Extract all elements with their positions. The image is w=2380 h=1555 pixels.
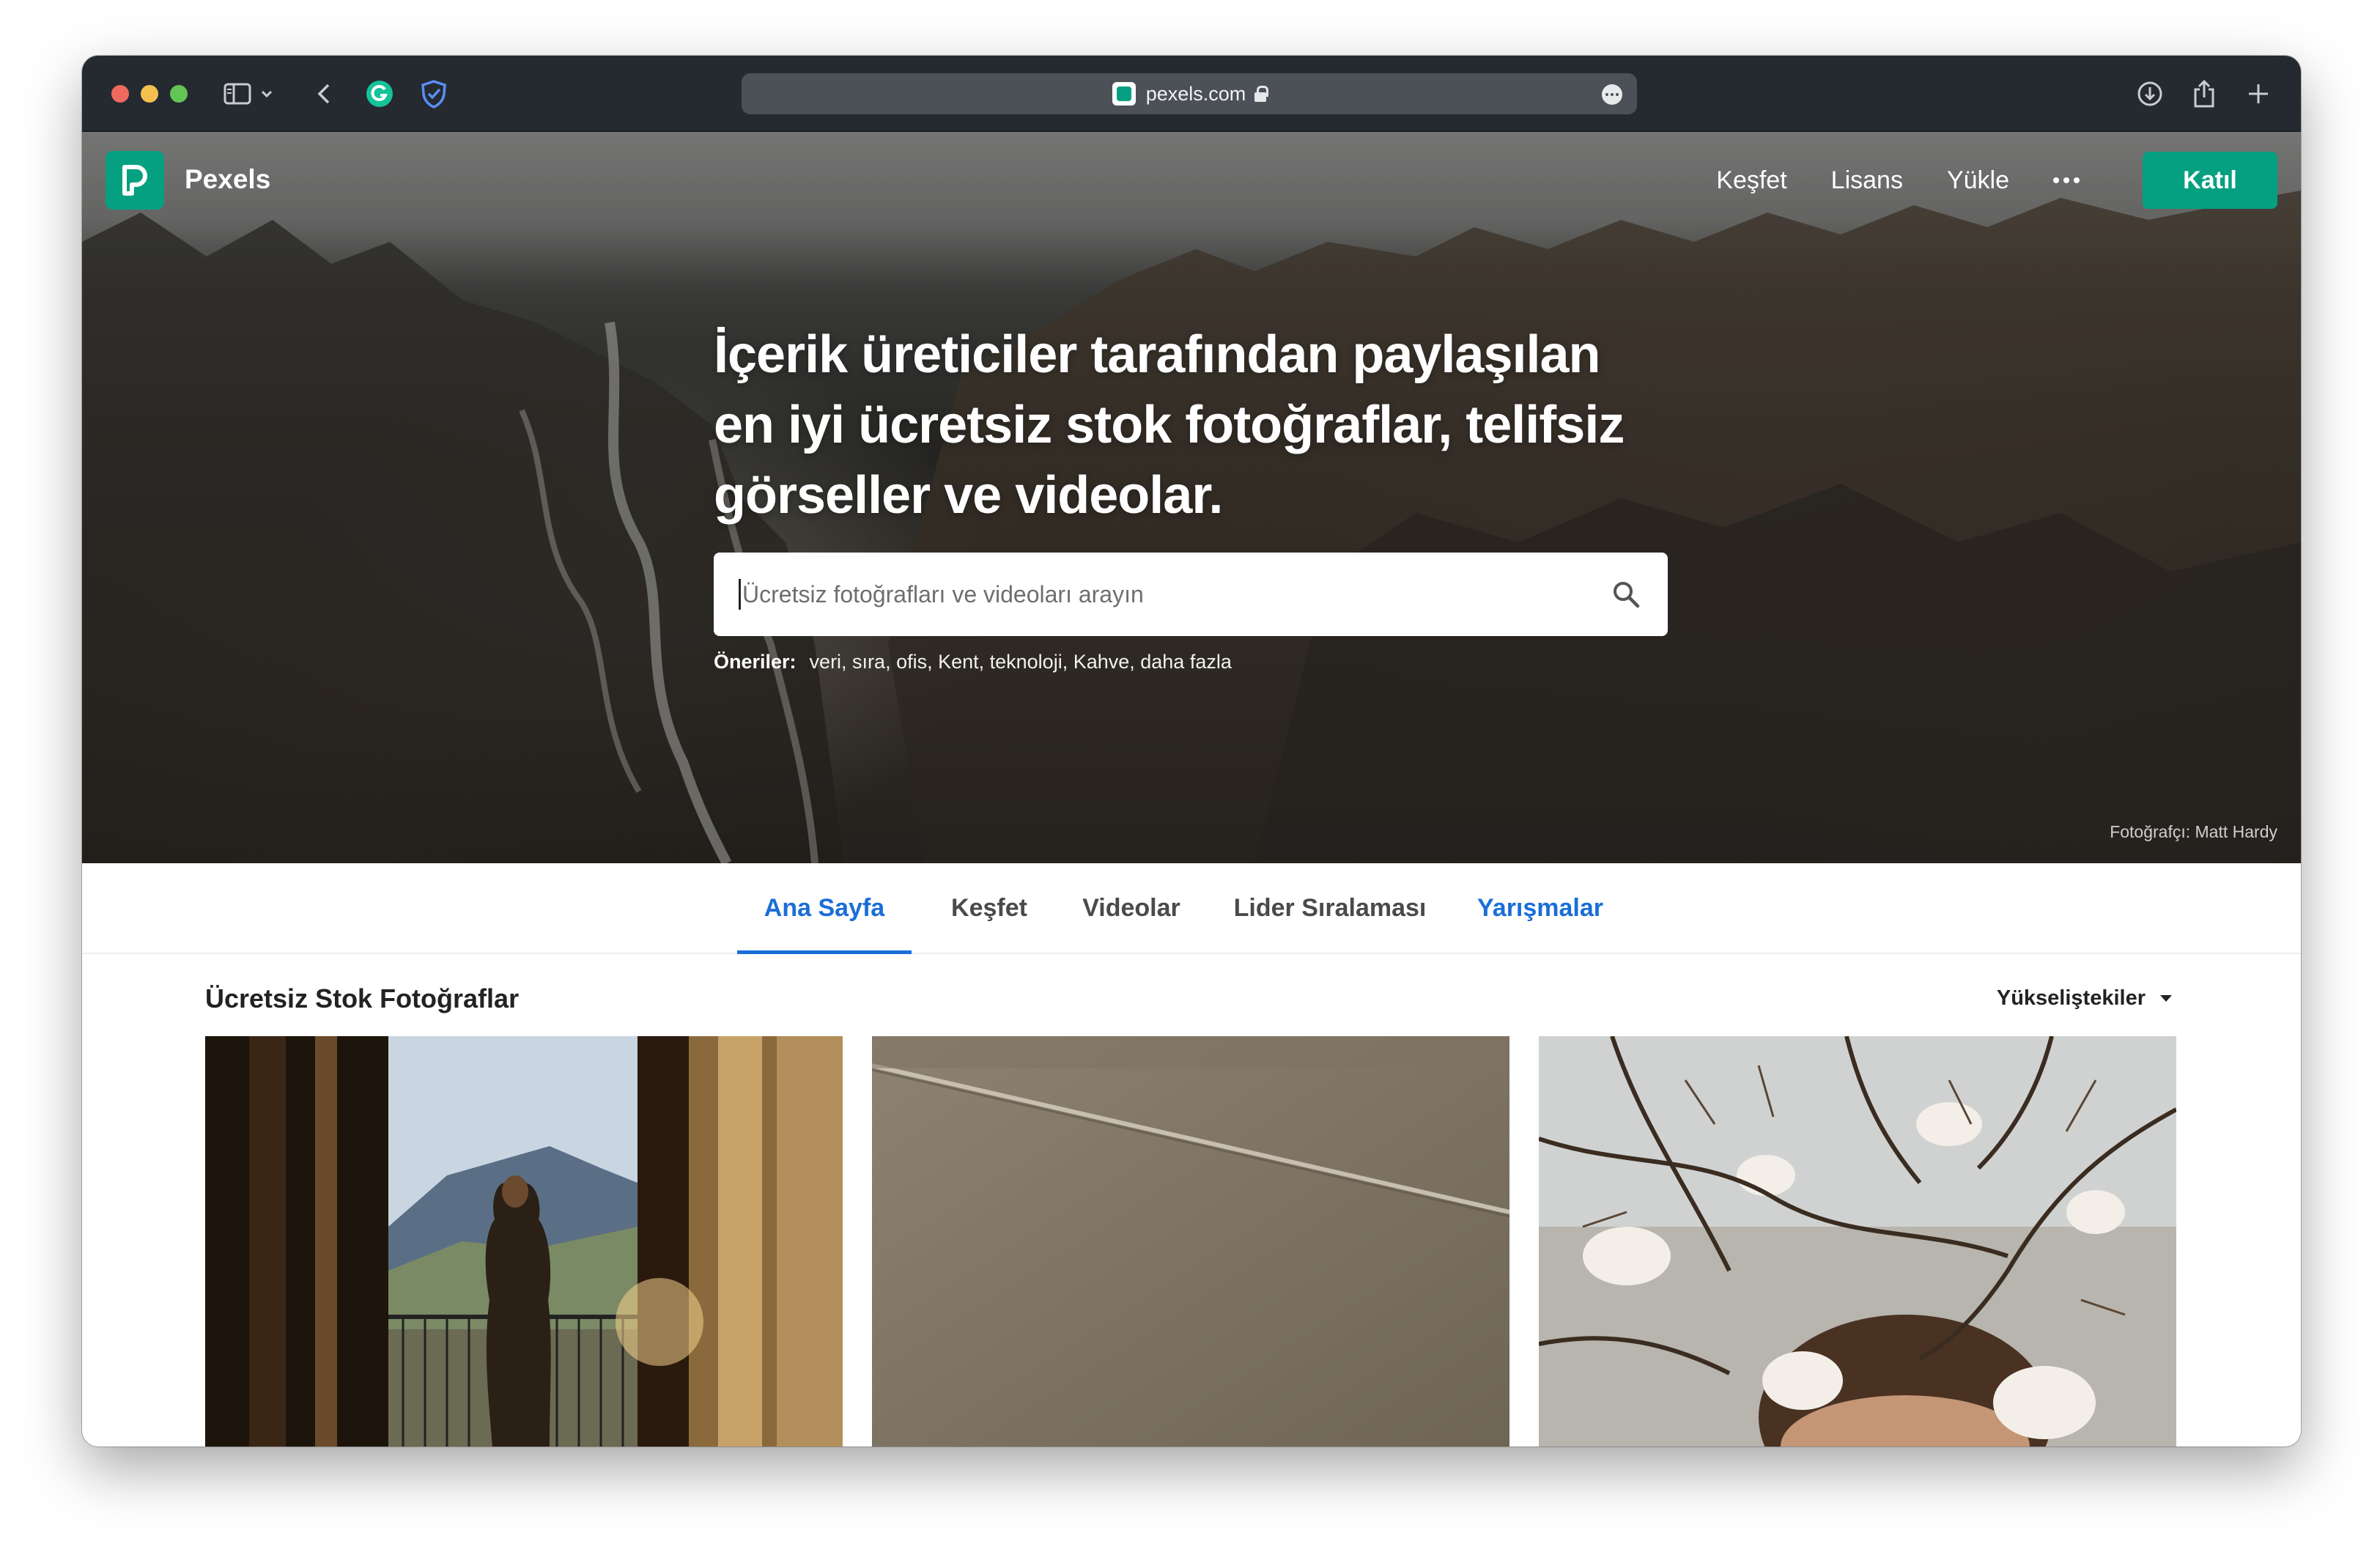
sidebar-icon[interactable] (221, 78, 254, 110)
more-options-icon[interactable] (2053, 177, 2080, 183)
new-tab-icon[interactable] (2242, 78, 2274, 110)
join-button[interactable]: Katıl (2143, 152, 2277, 209)
back-icon[interactable] (308, 78, 340, 110)
lock-icon (1254, 86, 1269, 102)
site-favicon (1112, 82, 1136, 106)
photo-credit[interactable]: Fotoğrafçı: Matt Hardy (2110, 822, 2277, 842)
zoom-window-button[interactable] (170, 85, 188, 103)
search-suggestions: Öneriler: veri, sıra, ofis, Kent, teknol… (714, 651, 1232, 673)
browser-window: pexels.com Pexels Keşfet Lisans Yükle Ka… (82, 56, 2301, 1447)
photo-abstract-wall (872, 1036, 1509, 1447)
tab-videos[interactable]: Videolar (1071, 863, 1191, 953)
privacy-shield-icon[interactable] (418, 78, 450, 110)
hero-section: Pexels Keşfet Lisans Yükle Katıl İçerik … (82, 132, 2301, 863)
search-icon[interactable] (1609, 577, 1643, 611)
sort-dropdown[interactable]: Yükseliştekiler (1997, 986, 2172, 1011)
search-box (714, 553, 1668, 636)
grammarly-icon[interactable] (363, 78, 396, 110)
section-tabs: Ana Sayfa Keşfet Videolar Lider Sıralama… (82, 863, 2301, 954)
photo-woman-balcony (205, 1036, 843, 1447)
photo-man-blossoms (1539, 1036, 2176, 1447)
photo-card[interactable] (872, 1036, 1509, 1447)
headline-line: İçerik üreticiler tarafından paylaşılan (714, 325, 1601, 384)
browser-toolbar: pexels.com (82, 56, 2301, 132)
suggestions-label: Öneriler: (714, 651, 797, 673)
tab-leaderboard[interactable]: Lider Sıralaması (1225, 863, 1435, 953)
share-icon[interactable] (2188, 78, 2220, 110)
nav-link-license[interactable]: Lisans (1831, 166, 1903, 195)
close-window-button[interactable] (111, 85, 129, 103)
brand-name[interactable]: Pexels (185, 164, 270, 195)
headline-line: en iyi ücretsiz stok fotoğraflar, telifs… (714, 396, 1625, 454)
nav-link-upload[interactable]: Yükle (1947, 166, 2009, 195)
minimize-window-button[interactable] (141, 85, 158, 103)
caret-down-icon (2160, 995, 2172, 1002)
nav-link-explore[interactable]: Keşfet (1716, 166, 1786, 195)
tab-home[interactable]: Ana Sayfa (737, 863, 912, 954)
pexels-logo[interactable] (106, 151, 164, 210)
hero-headline: İçerik üreticiler tarafından paylaşılan … (714, 320, 1740, 531)
chevron-down-icon[interactable] (258, 78, 276, 110)
download-icon[interactable] (2134, 78, 2166, 110)
page-menu-icon[interactable] (1602, 84, 1622, 105)
headline-line: görseller ve videolar. (714, 466, 1223, 525)
suggestions-list[interactable]: veri, sıra, ofis, Kent, teknoloji, Kahve… (810, 651, 1232, 673)
tab-explore[interactable]: Keşfet (941, 863, 1038, 953)
search-input[interactable] (739, 579, 1545, 610)
top-nav: Keşfet Lisans Yükle Katıl (1716, 151, 2301, 210)
tab-challenges[interactable]: Yarışmalar (1467, 863, 1614, 953)
url-text: pexels.com (1145, 82, 1246, 105)
sort-value: Yükseliştekiler (1996, 986, 2146, 1010)
photo-card[interactable] (1539, 1036, 2176, 1447)
section-title: Ücretsiz Stok Fotoğraflar (205, 983, 520, 1013)
address-bar[interactable]: pexels.com (742, 73, 1637, 114)
photo-card[interactable] (205, 1036, 843, 1447)
